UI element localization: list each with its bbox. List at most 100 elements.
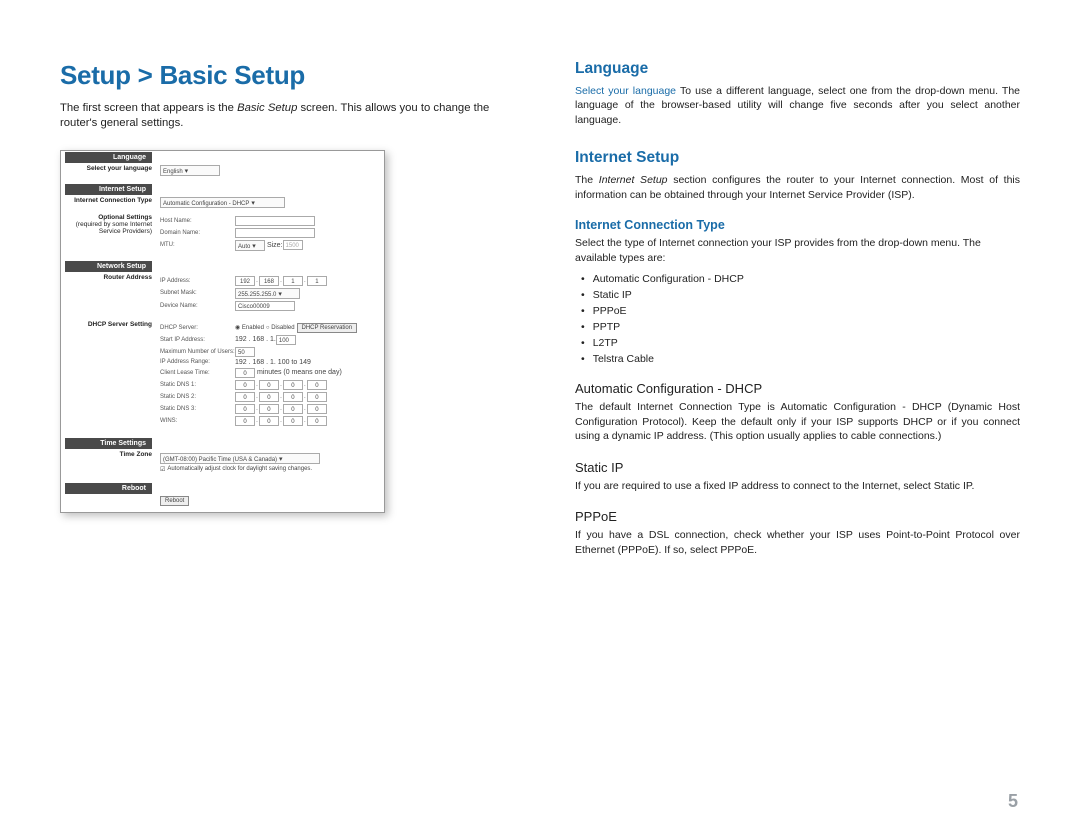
ss-disabled-radio[interactable]: ○ Disabled xyxy=(266,325,295,331)
page-number: 5 xyxy=(1008,791,1018,812)
list-item: Static IP xyxy=(595,289,1020,301)
ss-dst-checkbox[interactable]: ☑ xyxy=(160,466,165,473)
ss-dns1-3[interactable]: 0 xyxy=(283,380,303,390)
ss-wins-l: WINS: xyxy=(160,418,235,424)
ss-domain-l: Domain Name: xyxy=(160,230,235,236)
ss-mtu-select[interactable]: Auto xyxy=(235,240,265,251)
internet-heading: Internet Setup xyxy=(575,149,1020,167)
list-item: PPTP xyxy=(595,321,1020,333)
ss-opt-l1: Optional Settings xyxy=(65,214,152,221)
ss-label-conn: Internet Connection Type xyxy=(61,196,156,209)
router-screenshot: Language Select your language English In… xyxy=(60,150,385,513)
ss-subnet-l: Subnet Mask: xyxy=(160,290,235,296)
conn-type-text: Select the type of Internet connection y… xyxy=(575,236,1020,265)
ss-hostname-input[interactable] xyxy=(235,216,315,226)
ss-ip-2[interactable]: 168 xyxy=(259,276,279,286)
ss-opt-l2: (required by some Internet Service Provi… xyxy=(65,221,152,235)
internet-em: Internet Setup xyxy=(599,174,668,186)
ss-startip-input[interactable]: 100 xyxy=(276,335,296,345)
intro-em: Basic Setup xyxy=(237,102,297,114)
ss-iprange-l: IP Address Range: xyxy=(160,359,235,365)
ss-section-internet: Internet Setup xyxy=(65,184,152,195)
ss-dns1-4[interactable]: 0 xyxy=(307,380,327,390)
ss-maxusers-l: Maximum Number of Users: xyxy=(160,349,235,355)
ss-dns3-3[interactable]: 0 xyxy=(283,404,303,414)
ss-iprange-v: 192 . 168 . 1. 100 to 149 xyxy=(235,359,311,366)
ss-ip-1[interactable]: 192 xyxy=(235,276,255,286)
right-column: Language Select your language To use a d… xyxy=(575,60,1020,565)
ss-dns3-2[interactable]: 0 xyxy=(259,404,279,414)
left-column: Setup > Basic Setup The first screen tha… xyxy=(60,60,520,565)
language-text: Select your language To use a different … xyxy=(575,84,1020,127)
ss-dev-l: Device Name: xyxy=(160,303,235,309)
ss-ip-3[interactable]: 1 xyxy=(283,276,303,286)
list-item: L2TP xyxy=(595,337,1020,349)
ss-startip-pre: 192 . 168 . 1. xyxy=(235,336,276,343)
list-item: Automatic Configuration - DHCP xyxy=(595,273,1020,285)
ss-mtu-size-l: Size: xyxy=(267,242,283,249)
language-lead: Select your language xyxy=(575,85,676,97)
ss-section-time: Time Settings xyxy=(65,438,152,449)
ss-hostname-l: Host Name: xyxy=(160,218,235,224)
dhcp-heading: Automatic Configuration - DHCP xyxy=(575,381,1020,396)
dhcp-text: The default Internet Connection Type is … xyxy=(575,400,1020,443)
list-item: PPPoE xyxy=(595,305,1020,317)
ss-dns2-3[interactable]: 0 xyxy=(283,392,303,402)
ss-conn-select[interactable]: Automatic Configuration - DHCP xyxy=(160,197,285,208)
ss-section-reboot: Reboot xyxy=(65,483,152,494)
ss-dns2-4[interactable]: 0 xyxy=(307,392,327,402)
ss-dns1-l: Static DNS 1: xyxy=(160,382,235,388)
ss-wins-1[interactable]: 0 xyxy=(235,416,255,426)
ss-lease-input[interactable]: 0 xyxy=(235,368,255,378)
conn-type-heading: Internet Connection Type xyxy=(575,218,1020,232)
ss-dns3-4[interactable]: 0 xyxy=(307,404,327,414)
ss-startip-l: Start IP Address: xyxy=(160,337,235,343)
ss-enabled-radio[interactable]: ◉ Enabled xyxy=(235,324,264,331)
page-title: Setup > Basic Setup xyxy=(60,60,520,91)
ss-dhcp-res-btn[interactable]: DHCP Reservation xyxy=(297,323,358,333)
ss-tz-select[interactable]: (GMT-08:00) Pacific Time (USA & Canada) xyxy=(160,453,320,464)
ss-ip-4[interactable]: 1 xyxy=(307,276,327,286)
ss-domain-input[interactable] xyxy=(235,228,315,238)
ss-label-tz: Time Zone xyxy=(61,450,156,476)
ss-dns2-2[interactable]: 0 xyxy=(259,392,279,402)
ss-subnet-select[interactable]: 255.255.255.0 xyxy=(235,288,300,299)
ss-reboot-btn[interactable]: Reboot xyxy=(160,496,189,506)
ss-maxusers-input[interactable]: 50 xyxy=(235,347,255,357)
internet-text: The Internet Setup section configures th… xyxy=(575,173,1020,202)
ss-dns1-2[interactable]: 0 xyxy=(259,380,279,390)
pppoe-heading: PPPoE xyxy=(575,509,1020,524)
ss-mtu-size[interactable]: 1500 xyxy=(283,240,303,250)
ss-label-optional: Optional Settings (required by some Inte… xyxy=(61,213,156,254)
language-heading: Language xyxy=(575,60,1020,78)
static-text: If you are required to use a fixed IP ad… xyxy=(575,479,1020,493)
ss-ip-l: IP Address: xyxy=(160,278,235,284)
ss-lease-l: Client Lease Time: xyxy=(160,370,235,376)
list-item: Telstra Cable xyxy=(595,353,1020,365)
intro-a: The first screen that appears is the xyxy=(60,102,237,114)
ss-dev-input[interactable]: Cisco00009 xyxy=(235,301,295,311)
ss-lang-select[interactable]: English xyxy=(160,165,220,176)
ss-dns2-l: Static DNS 2: xyxy=(160,394,235,400)
ss-lease-note: minutes (0 means one day) xyxy=(257,369,342,376)
ss-wins-4[interactable]: 0 xyxy=(307,416,327,426)
ss-wins-3[interactable]: 0 xyxy=(283,416,303,426)
ss-label-dhcp: DHCP Server Setting xyxy=(61,320,156,429)
ss-section-network: Network Setup xyxy=(65,261,152,272)
ss-label-lang: Select your language xyxy=(61,164,156,177)
ss-mtu-l: MTU: xyxy=(160,242,235,248)
ss-dst-label: Automatically adjust clock for daylight … xyxy=(167,466,312,472)
internet-a: The xyxy=(575,174,599,186)
ss-dhcpsrv-l: DHCP Server: xyxy=(160,325,235,331)
ss-wins-2[interactable]: 0 xyxy=(259,416,279,426)
ss-dns3-1[interactable]: 0 xyxy=(235,404,255,414)
pppoe-text: If you have a DSL connection, check whet… xyxy=(575,528,1020,557)
ss-dns3-l: Static DNS 3: xyxy=(160,406,235,412)
connection-type-list: Automatic Configuration - DHCP Static IP… xyxy=(595,273,1020,365)
ss-section-language: Language xyxy=(65,152,152,163)
static-heading: Static IP xyxy=(575,460,1020,475)
ss-label-router: Router Address xyxy=(61,273,156,314)
ss-dns1-1[interactable]: 0 xyxy=(235,380,255,390)
ss-dns2-1[interactable]: 0 xyxy=(235,392,255,402)
intro-text: The first screen that appears is the Bas… xyxy=(60,101,520,132)
